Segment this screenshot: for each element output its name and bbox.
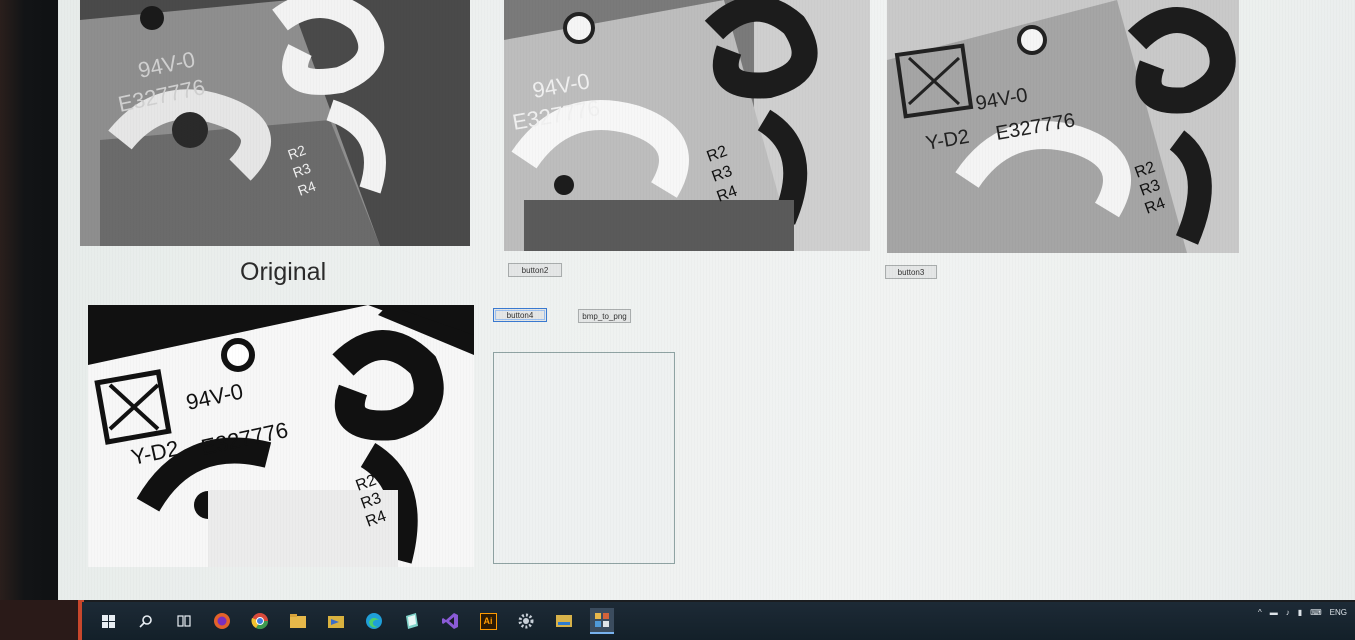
chrome-icon[interactable] <box>248 609 272 633</box>
system-tray: ^ ▬ ♪ ▮ ⌨ ENG <box>1258 608 1347 617</box>
network-icon[interactable]: ▬ <box>1270 608 1278 617</box>
notepad-icon[interactable] <box>400 609 424 633</box>
illustrator-label: Ai <box>479 612 497 630</box>
search-icon[interactable] <box>134 609 158 633</box>
file-explorer-icon[interactable] <box>286 609 310 633</box>
binarized-image: 94V-0 Y-D2 E327776 R2 R3 R4 <box>88 305 474 567</box>
app-icon[interactable] <box>552 609 576 633</box>
processed-image-3: 94V-0 Y-D2 E327776 R2 R3 R4 <box>887 0 1239 253</box>
settings-icon[interactable] <box>514 609 538 633</box>
original-image: 94V-0 E327776 R2 R3 R4 <box>80 0 470 246</box>
chevron-up-icon[interactable]: ^ <box>1258 608 1262 617</box>
taskbar: Ai ^ ▬ ♪ ▮ ⌨ ENG <box>82 602 1355 640</box>
processed-image-2: 94V-0 E327776 R2 R3 R4 <box>504 0 870 251</box>
task-view-icon[interactable] <box>172 609 196 633</box>
original-label: Original <box>240 258 327 286</box>
folder-icon[interactable] <box>324 609 348 633</box>
monitor-bezel <box>0 0 62 640</box>
language-indicator[interactable]: ENG <box>1330 608 1347 617</box>
illustrator-icon[interactable]: Ai <box>476 609 500 633</box>
app-window: 94V-0 E327776 R2 R3 R4 94V-0 E327776 R2 … <box>58 0 1355 600</box>
empty-picture-box <box>493 352 675 564</box>
button2-button[interactable]: button2 <box>508 263 562 277</box>
keyboard-icon[interactable]: ⌨ <box>1310 608 1322 617</box>
volume-icon[interactable]: ♪ <box>1286 608 1290 617</box>
desk-edge <box>0 600 84 640</box>
edge-icon[interactable] <box>362 609 386 633</box>
bmp-to-png-button[interactable]: bmp_to_png <box>578 309 631 323</box>
button3-button[interactable]: button3 <box>885 265 937 279</box>
button4-button[interactable]: button4 <box>493 308 547 322</box>
firefox-icon[interactable] <box>210 609 234 633</box>
form-app-icon[interactable] <box>590 608 614 634</box>
battery-icon[interactable]: ▮ <box>1298 608 1302 617</box>
windows-start-icon[interactable] <box>96 609 120 633</box>
visual-studio-icon[interactable] <box>438 609 462 633</box>
